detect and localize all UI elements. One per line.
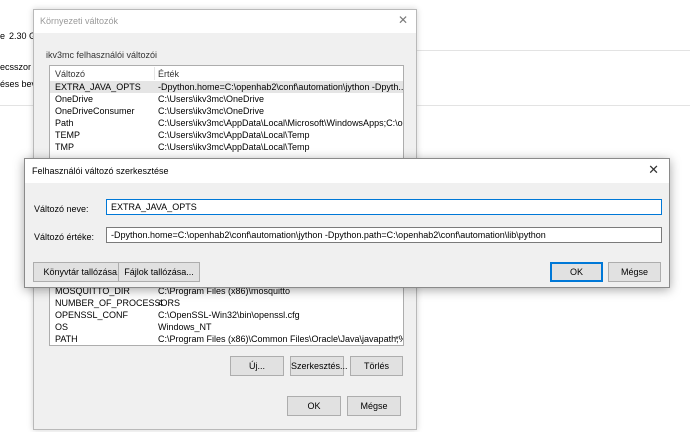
edit-button[interactable]: Szerkesztés... — [290, 356, 348, 376]
row-name: EXTRA_JAVA_OPTS — [55, 82, 141, 92]
edit-dialog-title: Felhasználói változó szerkesztése — [32, 166, 169, 176]
table-row[interactable]: EXTRA_JAVA_OPTS -Dpython.home=C:\openhab… — [50, 81, 403, 93]
row-value: C:\Users\ikv3mc\AppData\Local\Microsoft\… — [158, 118, 404, 128]
row-value: C:\Users\ikv3mc\OneDrive — [158, 106, 265, 116]
edit-variable-dialog: Felhasználói változó szerkesztése ✕ Vált… — [24, 158, 670, 288]
edit-dialog-titlebar: Felhasználói változó szerkesztése ✕ — [25, 159, 669, 183]
delete-button[interactable]: Törlés — [350, 356, 403, 376]
row-name: PATH — [55, 334, 78, 344]
row-name: OneDrive — [55, 94, 94, 104]
bg-separator — [417, 50, 690, 51]
env-ok-button[interactable]: OK — [287, 396, 341, 416]
table-row[interactable]: NUMBER_OF_PROCESSORS 4 — [50, 297, 403, 309]
edit-cancel-button[interactable]: Mégse — [608, 262, 661, 282]
row-value: C:\OpenSSL-Win32\bin\openssl.cfg — [158, 310, 300, 320]
column-header-variable[interactable]: Változó — [55, 69, 85, 79]
browse-file-button[interactable]: Fájlok tallózása... — [118, 262, 200, 282]
row-name: OPENSSL_CONF — [55, 310, 129, 320]
bg-text-processor: ecsszor — [0, 62, 32, 72]
table-row[interactable]: TEMP C:\Users\ikv3mc\AppData\Local\Temp — [50, 129, 403, 141]
env-dialog-titlebar: Környezeti változók ✕ — [34, 10, 416, 33]
list-header: Változó Érték — [50, 66, 403, 81]
row-value: Windows_NT — [158, 322, 212, 332]
row-name: TMP — [55, 142, 74, 152]
table-row[interactable]: PATH C:\Program Files (x86)\Common Files… — [50, 333, 403, 345]
table-row[interactable]: Path C:\Users\ikv3mc\AppData\Local\Micro… — [50, 117, 403, 129]
bg-text-prefix: e — [0, 31, 6, 41]
new-button[interactable]: Új... — [230, 356, 284, 376]
row-name: OneDriveConsumer — [55, 106, 135, 116]
user-vars-list[interactable]: Változó Érték EXTRA_JAVA_OPTS -Dpython.h… — [49, 65, 404, 160]
row-value: C:\Users\ikv3mc\AppData\Local\Temp — [158, 142, 310, 152]
scroll-up-icon[interactable]: ▾ — [392, 333, 402, 345]
user-vars-group-label: ikv3mc felhasználói változói — [46, 50, 158, 60]
variable-name-field[interactable]: EXTRA_JAVA_OPTS — [106, 199, 662, 215]
table-row[interactable]: TMP C:\Users\ikv3mc\AppData\Local\Temp — [50, 141, 403, 153]
variable-name-label: Változó neve: — [34, 204, 89, 214]
table-row[interactable]: OneDriveConsumer C:\Users\ikv3mc\OneDriv… — [50, 105, 403, 117]
row-name: OS — [55, 322, 69, 332]
row-name: Path — [55, 118, 74, 128]
close-icon[interactable]: ✕ — [398, 13, 408, 27]
row-value: -Dpython.home=C:\openhab2\conf\automatio… — [158, 82, 404, 92]
table-row[interactable]: OPENSSL_CONF C:\OpenSSL-Win32\bin\openss… — [50, 309, 403, 321]
variable-value-field[interactable]: -Dpython.home=C:\openhab2\conf\automatio… — [106, 227, 662, 243]
variable-value-label: Változó értéke: — [34, 232, 95, 242]
column-divider[interactable] — [154, 67, 155, 80]
close-icon[interactable]: ✕ — [648, 162, 659, 178]
row-value: C:\Program Files (x86)\Common Files\Orac… — [158, 334, 404, 344]
edit-ok-button[interactable]: OK — [550, 262, 603, 282]
env-dialog-title: Környezeti változók — [40, 16, 119, 26]
table-row[interactable]: OS Windows_NT — [50, 321, 403, 333]
env-cancel-button[interactable]: Mégse — [347, 396, 401, 416]
column-header-value[interactable]: Érték — [158, 69, 179, 79]
row-value: C:\Users\ikv3mc\OneDrive — [158, 94, 265, 104]
table-row[interactable]: OneDrive C:\Users\ikv3mc\OneDrive — [50, 93, 403, 105]
row-value: 4 — [158, 298, 164, 308]
row-value: C:\Users\ikv3mc\AppData\Local\Temp — [158, 130, 310, 140]
row-name: TEMP — [55, 130, 81, 140]
